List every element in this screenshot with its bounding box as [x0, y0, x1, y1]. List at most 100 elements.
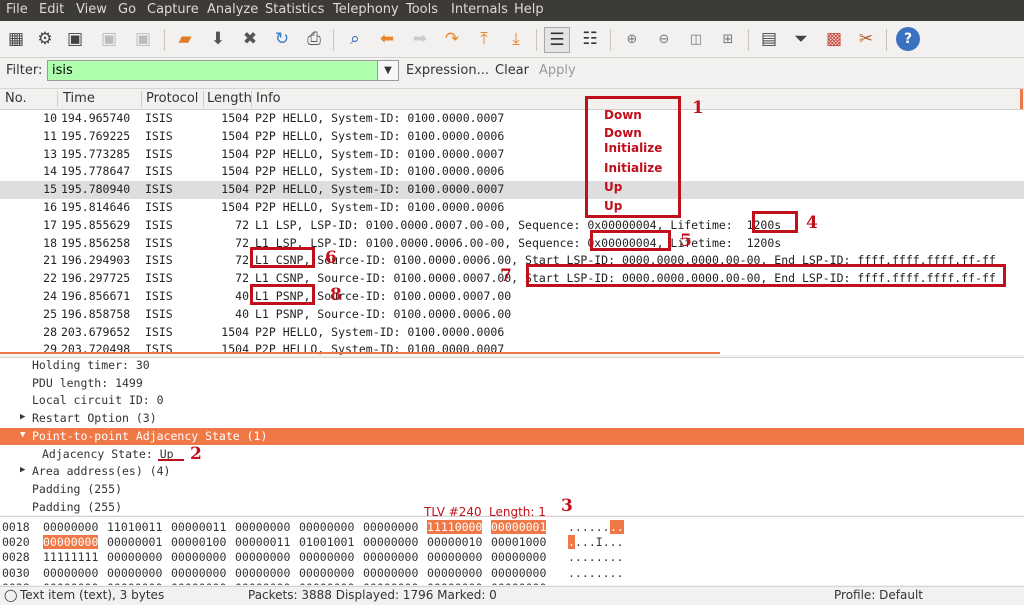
annotation-state-up: Up [604, 180, 623, 194]
menu-view[interactable]: View [76, 2, 107, 17]
table-row[interactable]: 28 203.679652 ISIS 1504 P2P HELLO, System-ID… [0, 324, 1024, 342]
capture-filters-icon[interactable]: ▤ [757, 27, 781, 51]
hex-row[interactable]: 0028 11111111 00000000 00000000 00000000 0000… [0, 550, 1024, 565]
filter-input[interactable] [47, 60, 377, 81]
detail-row[interactable]: Adjacency State: Up [0, 446, 1024, 464]
collapse-arrow-icon[interactable]: ▼ [20, 430, 25, 440]
interface-list-icon[interactable]: ▦ [4, 27, 28, 51]
preferences-icon[interactable]: ✂ [854, 27, 878, 51]
status-profile[interactable]: Profile: Default [834, 588, 923, 602]
reload-icon[interactable]: ↻ [270, 27, 294, 51]
cell-info: P2P HELLO, System-ID: 0100.0000.0007 [255, 182, 505, 197]
table-row[interactable]: 24 196.856671 ISIS 40 L1 PSNP, Source-ID: 01… [0, 288, 1024, 306]
column-no[interactable]: No. [5, 91, 27, 106]
expand-arrow-icon[interactable]: ▶ [20, 412, 25, 422]
detail-row[interactable]: ▶ Area address(es) (4) [0, 463, 1024, 481]
restart-capture-icon[interactable]: ▣ [131, 27, 155, 51]
clear-button[interactable]: Clear [495, 63, 529, 78]
zoom-in-icon[interactable]: ⊕ [620, 27, 644, 51]
hex-byte: 00000000 [427, 550, 483, 565]
hex-byte: 11111111 [43, 550, 99, 565]
cell-info: L1 LSP, LSP-ID: 0100.0000.0007.00-00, Se… [255, 217, 782, 232]
capture-options-icon[interactable]: ⚙ [33, 27, 57, 51]
menu-capture[interactable]: Capture [147, 2, 199, 17]
detail-text: Restart Option (3) [32, 411, 157, 426]
table-row[interactable]: 17 195.855629 ISIS 72 L1 LSP, LSP-ID: 0100.0… [0, 217, 1024, 235]
table-row[interactable]: 14 195.778647 ISIS 1504 P2P HELLO, System-ID… [0, 163, 1024, 181]
detail-row[interactable]: ▶ Restart Option (3) [0, 410, 1024, 428]
table-row[interactable]: 11 195.769225 ISIS 1504 P2P HELLO, System-ID… [0, 128, 1024, 146]
menu-tools[interactable]: Tools [406, 2, 438, 17]
display-filters-icon[interactable]: ⏷ [789, 27, 813, 51]
table-row[interactable]: 16 195.814646 ISIS 1504 P2P HELLO, System-ID… [0, 199, 1024, 217]
hex-row[interactable]: 0018 00000000 11010011 00000011 00000000 0000… [0, 520, 1024, 535]
table-row[interactable]: 25 196.858758 ISIS 40 L1 PSNP, Source-ID: 01… [0, 306, 1024, 324]
stop-capture-icon[interactable]: ▣ [97, 27, 121, 51]
zoom-out-icon[interactable]: ⊖ [652, 27, 676, 51]
hex-row[interactable]: 0030 00000000 00000000 00000000 00000000 0000… [0, 566, 1024, 581]
hex-byte: 00000011 [171, 520, 227, 534]
save-file-icon[interactable]: ⬇ [206, 27, 230, 51]
annotation-number: 7 [500, 266, 512, 286]
menu-edit[interactable]: Edit [39, 2, 64, 17]
normal-size-icon[interactable]: ◫ [684, 27, 708, 51]
expert-info-icon[interactable]: ◯ [4, 588, 17, 602]
list-scroll-indicator[interactable] [0, 352, 720, 354]
coloring-rules-icon[interactable]: ▩ [822, 27, 846, 51]
start-capture-icon[interactable]: ▣ [63, 27, 87, 51]
resize-columns-icon[interactable]: ⊞ [716, 27, 740, 51]
menu-statistics[interactable]: Statistics [265, 2, 324, 17]
detail-row[interactable]: ▼ Point-to-point Adjacency State (1) [0, 427, 1024, 446]
expression-button[interactable]: Expression... [406, 63, 489, 78]
go-forward-icon[interactable]: ➡ [408, 27, 432, 51]
table-row[interactable]: 10 194.965740 ISIS 1504 P2P HELLO, System-ID… [0, 110, 1024, 128]
column-length[interactable]: Length [207, 91, 252, 106]
apply-button[interactable]: Apply [539, 63, 576, 78]
detail-row[interactable]: PDU length: 1499 [0, 375, 1024, 393]
hex-byte: 00000000 [491, 565, 547, 580]
hex-byte: 00000000 [299, 520, 355, 534]
table-row[interactable]: 13 195.773285 ISIS 1504 P2P HELLO, System-ID… [0, 146, 1024, 164]
go-to-packet-icon[interactable]: ↷ [440, 27, 464, 51]
column-time[interactable]: Time [63, 91, 95, 106]
hex-row[interactable]: 0020 00000000 00000001 00000100 00000011 0100… [0, 535, 1024, 550]
menu-help[interactable]: Help [514, 2, 544, 17]
menu-go[interactable]: Go [118, 2, 136, 17]
column-info[interactable]: Info [256, 91, 281, 106]
cell-no: 15 [43, 182, 57, 197]
hex-byte: 00000000 [491, 581, 546, 585]
cell-protocol: ISIS [145, 111, 173, 125]
go-last-icon[interactable]: ⤓ [504, 27, 528, 51]
hex-byte: 00000100 [171, 535, 227, 550]
cell-protocol: ISIS [145, 306, 173, 321]
detail-row[interactable]: Local circuit ID: 0 [0, 392, 1024, 410]
filter-dropdown-icon[interactable]: ▼ [377, 60, 399, 81]
go-first-icon[interactable]: ⤒ [472, 27, 496, 51]
table-row[interactable]: 15 195.780940 ISIS 1504 P2P HELLO, System-ID… [0, 181, 1024, 199]
close-file-icon[interactable]: ✖ [238, 27, 262, 51]
find-packet-icon[interactable]: ⌕ [343, 27, 367, 51]
hex-byte: 00000000 [171, 581, 226, 585]
hex-offset: 0018 [2, 520, 30, 534]
auto-scroll-icon[interactable]: ☷ [578, 27, 602, 51]
cell-length: 1504 [221, 128, 249, 143]
detail-row[interactable]: Padding (255) [0, 481, 1024, 499]
menu-internals[interactable]: Internals [451, 2, 508, 17]
column-protocol[interactable]: Protocol [146, 91, 198, 106]
annotation-state-down: Down [604, 126, 642, 140]
colorize-icon[interactable]: ☰ [544, 27, 570, 53]
menu-telephony[interactable]: Telephony [333, 2, 399, 17]
table-row[interactable]: 18 195.856258 ISIS 72 L1 LSP, LSP-ID: 0100.0… [0, 235, 1024, 253]
open-file-icon[interactable]: ▰ [173, 27, 197, 51]
print-icon[interactable]: ⎙ [302, 27, 326, 51]
hex-row[interactable]: 0038 00000000 00000000 00000000 00000000 0000… [0, 581, 1024, 585]
hex-offset: 0038 [2, 581, 30, 585]
hex-byte: 01001001 [299, 535, 355, 550]
go-back-icon[interactable]: ⬅ [375, 27, 399, 51]
detail-row[interactable]: Holding timer: 30 [0, 358, 1024, 375]
menu-analyze[interactable]: Analyze [207, 2, 258, 17]
expand-arrow-icon[interactable]: ▶ [20, 465, 25, 475]
menu-file[interactable]: File [6, 2, 28, 17]
help-icon[interactable]: ? [896, 27, 920, 51]
hex-byte: 00000000 [235, 581, 290, 585]
